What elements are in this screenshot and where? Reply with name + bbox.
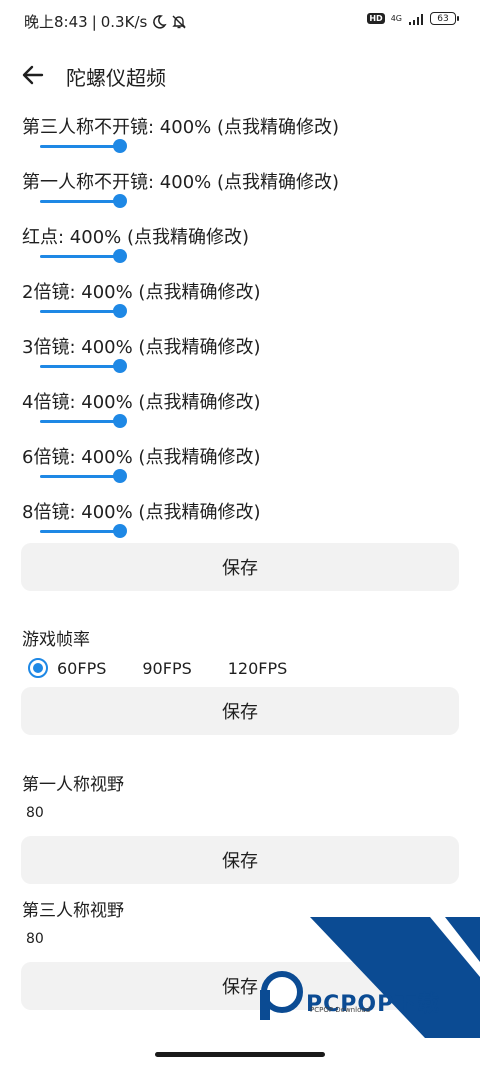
- slider-label-first-person[interactable]: 第一人称不开镜: 400% (点我精确修改): [22, 168, 339, 194]
- slider-fill: [40, 310, 124, 313]
- slider-first-person[interactable]: [40, 193, 127, 209]
- slider-thumb[interactable]: [113, 469, 127, 483]
- slider-label-red-dot[interactable]: 红点: 400% (点我精确修改): [22, 223, 249, 249]
- fps-option-label: 120FPS: [227, 658, 288, 678]
- slider-fill: [40, 255, 124, 258]
- slider-2x[interactable]: [40, 303, 127, 319]
- slider-label-3x[interactable]: 3倍镜: 400% (点我精确修改): [22, 333, 260, 359]
- slider-thumb[interactable]: [113, 194, 127, 208]
- battery-icon: 63: [430, 12, 459, 25]
- home-indicator[interactable]: [155, 1052, 325, 1057]
- slider-thumb[interactable]: [113, 414, 127, 428]
- slider-label-2x[interactable]: 2倍镜: 400% (点我精确修改): [22, 278, 260, 304]
- fov-first-title: 第一人称视野: [22, 775, 124, 795]
- slider-fill: [40, 365, 124, 368]
- fov-third-value[interactable]: 80: [26, 931, 44, 947]
- signal-icon: [409, 13, 423, 25]
- fps-option-label: 90FPS: [142, 658, 192, 678]
- slider-8x[interactable]: [40, 523, 127, 539]
- slider-4x[interactable]: [40, 413, 127, 429]
- slider-thumb[interactable]: [113, 249, 127, 263]
- slider-third-person[interactable]: [40, 138, 127, 154]
- status-separator: |: [91, 12, 97, 31]
- watermark-band: [310, 917, 480, 1038]
- slider-fill: [40, 475, 124, 478]
- slider-label-6x[interactable]: 6倍镜: 400% (点我精确修改): [22, 443, 260, 469]
- slider-3x[interactable]: [40, 358, 127, 374]
- slider-label-4x[interactable]: 4倍镜: 400% (点我精确修改): [22, 388, 260, 414]
- watermark-sub: PCPOP Download: [310, 1006, 371, 1014]
- slider-label-third-person[interactable]: 第三人称不开镜: 400% (点我精确修改): [22, 113, 339, 139]
- slider-fill: [40, 145, 124, 148]
- slider-thumb[interactable]: [113, 304, 127, 318]
- app-bar: 陀螺仪超频: [0, 52, 480, 100]
- fps-option-label: 60FPS: [57, 658, 107, 678]
- bell-off-icon: [172, 15, 187, 28]
- slider-thumb[interactable]: [113, 524, 127, 538]
- moon-icon: [153, 14, 167, 29]
- fps-section-title: 游戏帧率: [22, 630, 90, 650]
- pcpop-logo-icon: [260, 971, 303, 1020]
- hd-badge: HD: [367, 13, 385, 24]
- status-left: 晚上8:43 | 0.3K/s: [24, 11, 187, 32]
- back-arrow-icon[interactable]: [20, 62, 46, 88]
- page-title: 陀螺仪超频: [66, 66, 166, 90]
- status-right: HD 4G 63: [367, 12, 459, 25]
- radio-checked-icon[interactable]: [28, 658, 48, 678]
- status-net-speed: 0.3K/s: [100, 12, 148, 31]
- fps-option-60[interactable]: 60FPS: [28, 658, 106, 678]
- save-sensitivity-button[interactable]: 保存: [21, 543, 459, 591]
- fps-option-120[interactable]: 120FPS: [228, 659, 288, 678]
- slider-fill: [40, 530, 124, 533]
- slider-6x[interactable]: [40, 468, 127, 484]
- fps-option-90[interactable]: 90FPS: [142, 659, 191, 678]
- fps-radio-group: 60FPS 90FPS 120FPS: [28, 656, 323, 680]
- status-time: 晚上8:43: [24, 13, 88, 31]
- slider-red-dot[interactable]: [40, 248, 127, 264]
- save-fps-button[interactable]: 保存: [21, 687, 459, 735]
- slider-thumb[interactable]: [113, 359, 127, 373]
- slider-thumb[interactable]: [113, 139, 127, 153]
- network-type: 4G: [390, 14, 402, 23]
- slider-label-8x[interactable]: 8倍镜: 400% (点我精确修改): [22, 498, 260, 524]
- fov-third-title: 第三人称视野: [22, 901, 124, 921]
- slider-fill: [40, 420, 124, 423]
- status-bar: 晚上8:43 | 0.3K/s HD 4G 63: [0, 0, 480, 42]
- save-fov-first-button[interactable]: 保存: [21, 836, 459, 884]
- fov-first-value[interactable]: 80: [26, 805, 44, 821]
- slider-fill: [40, 200, 124, 203]
